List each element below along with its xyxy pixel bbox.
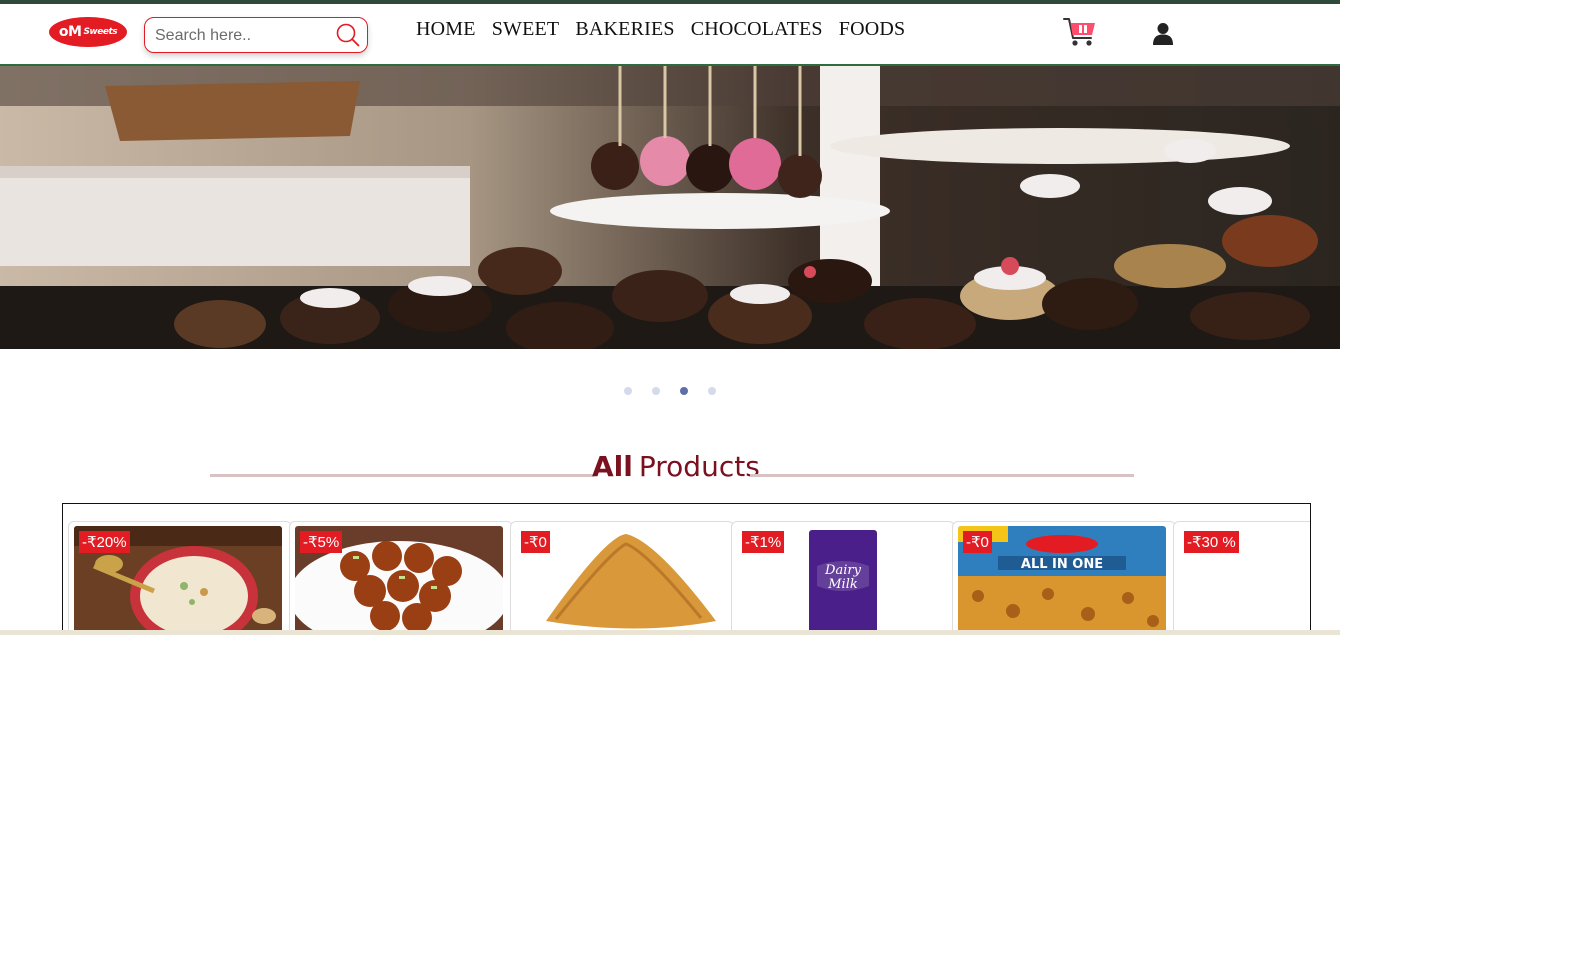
footer-strip — [0, 630, 1340, 635]
discount-badge: -₹0 — [963, 531, 992, 553]
brand-logo[interactable]: oM Sweets — [49, 17, 127, 47]
carousel-dot-2[interactable] — [652, 387, 660, 395]
nav-home[interactable]: HOME — [416, 18, 476, 41]
page: oM Sweets HOME SWEET BAKERIES CHOCOLATES… — [0, 0, 1340, 960]
discount-badge: -₹30 % — [1184, 531, 1239, 553]
heading-rule-right — [750, 474, 1134, 477]
product-card[interactable]: -₹1% Dairy Milk — [731, 521, 955, 634]
nav-chocolates[interactable]: CHOCOLATES — [691, 18, 823, 41]
main-nav: HOME SWEET BAKERIES CHOCOLATES FOODS — [416, 18, 921, 41]
nav-bakeries[interactable]: BAKERIES — [575, 18, 674, 41]
product-card[interactable]: -₹30 % — [1173, 521, 1310, 634]
section-title: All Products — [592, 450, 760, 483]
cart-icon[interactable] — [1062, 14, 1098, 50]
carousel-dot-3[interactable] — [680, 387, 688, 395]
svg-text:ALL IN ONE: ALL IN ONE — [1021, 557, 1103, 572]
nav-sweet[interactable]: SWEET — [492, 18, 560, 41]
product-card[interactable]: -₹0 — [510, 521, 734, 634]
product-carousel: -₹20% -₹5% -₹0 -₹1% Dairy Milk -₹0 ALL I… — [62, 503, 1311, 634]
discount-badge: -₹20% — [79, 531, 130, 553]
section-title-bold: All — [592, 450, 633, 483]
carousel-dot-1[interactable] — [624, 387, 632, 395]
carousel-dot-4[interactable] — [708, 387, 716, 395]
search-box — [144, 17, 368, 53]
section-heading: All Products — [210, 450, 1134, 490]
dessert-display-image — [0, 66, 1340, 349]
nav-foods[interactable]: FOODS — [839, 18, 906, 41]
product-card[interactable]: -₹20% — [68, 521, 292, 634]
discount-badge: -₹1% — [742, 531, 785, 553]
search-icon[interactable] — [335, 22, 361, 48]
discount-badge: -₹0 — [521, 531, 550, 553]
logo-subtext: Sweets — [83, 27, 118, 37]
user-icon[interactable] — [1152, 22, 1174, 46]
section-title-rest: Products — [638, 450, 760, 483]
heading-rule-left — [210, 474, 594, 477]
product-card[interactable]: -₹0 ALL IN ONE — [952, 521, 1176, 634]
discount-badge: -₹5% — [300, 531, 343, 553]
svg-text:Dairy: Dairy — [824, 563, 862, 578]
search-input[interactable] — [153, 24, 327, 48]
product-card[interactable]: -₹5% — [289, 521, 513, 634]
hero-banner — [0, 66, 1340, 349]
site-header: oM Sweets HOME SWEET BAKERIES CHOCOLATES… — [0, 4, 1340, 66]
carousel-indicators — [624, 387, 716, 395]
logo-text: oM — [58, 24, 82, 40]
svg-text:Milk: Milk — [827, 577, 858, 592]
